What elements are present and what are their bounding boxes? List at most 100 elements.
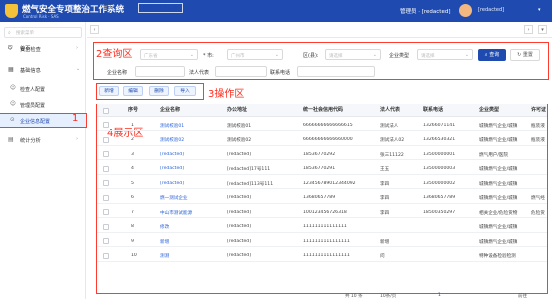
import-button[interactable]: 导入 <box>174 86 196 96</box>
user-icon: ☺ <box>10 101 16 107</box>
cell-name[interactable]: 测试校验02 <box>160 137 222 143</box>
cell-addr: [redacted]17号111 <box>227 167 271 172</box>
sidebar-item-basic-info[interactable]: ▦ 基础信息 ⌄ <box>0 63 86 77</box>
chevron-down-icon: ⌄ <box>76 66 81 72</box>
cell-name[interactable]: [redacted] <box>160 152 222 157</box>
cell-lic: 瓶装液 <box>531 138 545 143</box>
row-checkbox[interactable] <box>103 223 109 230</box>
tab-scroll-right-icon[interactable]: › <box>524 25 533 34</box>
phone-input[interactable] <box>297 66 375 77</box>
cell-no: 10 <box>131 253 137 258</box>
district-select[interactable]: 请选择 ⌄ <box>325 49 381 60</box>
edit-button[interactable]: 编辑 <box>123 86 143 96</box>
header-user[interactable]: 管理员 · [redacted] <box>400 7 450 15</box>
cell-no: 4 <box>131 166 134 171</box>
enterprise-name-input[interactable] <box>135 66 185 77</box>
cell-type: 特种设备检验检测 <box>479 254 516 259</box>
city-placeholder: 广州市 <box>231 53 245 59</box>
sidebar-item-admin-config[interactable]: ☺ 管理员配置 <box>0 98 86 111</box>
cell-lic: 燃气经 <box>531 196 545 201</box>
annotation-op: 3操作区 <box>208 89 245 100</box>
column-header[interactable]: 法人代表 <box>380 106 400 113</box>
column-header[interactable]: 联系电话 <box>423 106 443 113</box>
pager-goto[interactable]: 前往 <box>518 293 527 299</box>
row-checkbox[interactable] <box>103 122 109 128</box>
chevron-down-icon[interactable]: ▾ <box>538 7 541 13</box>
location-icon: ⊙ <box>10 117 15 123</box>
cell-addr: [redacted] <box>227 151 251 157</box>
column-header[interactable]: 统一社会信用代码 <box>303 106 343 113</box>
cell-no: 9 <box>131 238 134 244</box>
cell-name[interactable]: 测试校验01 <box>160 123 222 129</box>
legal-rep-label: 法人代表 <box>189 70 210 76</box>
header-username[interactable]: [redacted] <box>478 7 504 13</box>
row-checkbox[interactable] <box>103 252 109 259</box>
column-header[interactable]: 企业类型 <box>479 106 499 113</box>
cell-legal: 问 <box>380 254 385 259</box>
column-header[interactable]: 许可证 <box>531 106 546 113</box>
cell-no: 3 <box>131 151 134 157</box>
cell-code: 66666666666666615 <box>303 122 353 128</box>
province-select[interactable]: 广东省 ⌄ <box>140 49 198 60</box>
cell-code: 66666666666660000 <box>303 137 353 142</box>
select-all-checkbox[interactable] <box>103 108 109 114</box>
sidebar-item-inspector-config[interactable]: ☺ 检查人配置 <box>0 82 86 95</box>
column-header[interactable]: 办公地址 <box>227 106 247 113</box>
cell-name[interactable]: [redacted] <box>160 166 222 171</box>
column-header[interactable]: 企业名称 <box>160 106 180 113</box>
row-checkbox[interactable] <box>103 238 109 244</box>
cell-type: 城镇燃气企业/城镇 <box>479 225 518 230</box>
cell-code: 18536770292 <box>303 151 336 157</box>
sidebar-item-label: 企业信息配置 <box>20 118 51 125</box>
sidebar-item-label: 统计分析 <box>20 137 41 144</box>
cell-phone: 13500000001 <box>423 151 456 157</box>
legal-rep-input[interactable] <box>215 66 267 77</box>
pager-page[interactable]: 1 <box>438 293 441 299</box>
sidebar-item-statistics[interactable]: ▤ 统计分析 › <box>0 133 86 147</box>
row-checkbox[interactable] <box>103 180 109 186</box>
sidebar-search-input[interactable]: ⌕ 搜索菜单 <box>4 27 82 38</box>
pager-size-select[interactable]: 10条/页 <box>380 293 396 299</box>
row-checkbox[interactable] <box>103 209 109 215</box>
cell-no: 7 <box>131 209 134 215</box>
cell-no: 8 <box>131 224 134 229</box>
city-select[interactable]: 广州市 ⌄ <box>227 49 283 60</box>
column-header[interactable]: 序号 <box>128 106 138 113</box>
enterprise-type-select[interactable]: 请选择 ⌄ <box>417 49 473 60</box>
avatar[interactable] <box>459 4 472 17</box>
row-checkbox[interactable] <box>103 194 109 201</box>
pager-total: 共 10 条 <box>345 294 363 299</box>
row-checkbox[interactable] <box>103 151 109 157</box>
cell-legal: 测试法人 <box>380 123 399 129</box>
cell-no: 6 <box>131 195 134 200</box>
delete-button[interactable]: 删除 <box>149 86 169 96</box>
cell-name[interactable]: 中山市测试能源 <box>160 210 222 216</box>
query-button[interactable]: ⌕ 查询 <box>478 49 506 61</box>
cell-name[interactable]: 燃一测试企业 <box>160 195 222 201</box>
sidebar-search-placeholder: 搜索菜单 <box>16 31 34 36</box>
row-checkbox[interactable] <box>103 136 109 143</box>
cell-phone: 13500000003 <box>423 166 456 171</box>
sidebar-item-inspection[interactable]: ⛉ 安全检查 › <box>0 42 86 56</box>
cell-lic: 危险货 <box>531 210 545 216</box>
tab-menu-icon[interactable]: ▾ <box>538 25 547 34</box>
add-button[interactable]: 新增 <box>99 86 119 96</box>
tab-scroll-left-icon[interactable]: ‹ <box>90 25 99 34</box>
cell-name[interactable]: [redacted] <box>160 181 222 186</box>
row-checkbox[interactable] <box>103 165 109 172</box>
cell-name[interactable]: 修改 <box>160 224 222 230</box>
cell-no: 5 <box>131 180 134 186</box>
cell-name[interactable]: 测测 <box>160 253 222 259</box>
cell-addr: 测试校验01 <box>227 123 252 129</box>
tab-bar <box>87 22 552 38</box>
cell-type: 城镇燃气企业/城镇 <box>479 167 518 172</box>
enterprise-name-label: 企业名称 <box>107 70 128 76</box>
tab-home[interactable]: 首页 <box>103 4 113 11</box>
user-icon: ☺ <box>10 85 16 91</box>
city-label: * 市: <box>203 53 214 59</box>
search-icon: ⌕ <box>8 30 11 36</box>
reset-button[interactable]: ↻ 重置 <box>510 49 540 61</box>
cell-name[interactable]: 新增 <box>160 239 222 245</box>
cell-phone: 13500000002 <box>423 180 456 186</box>
tab-enterprise-config[interactable]: 企业信息配置 <box>138 3 184 13</box>
